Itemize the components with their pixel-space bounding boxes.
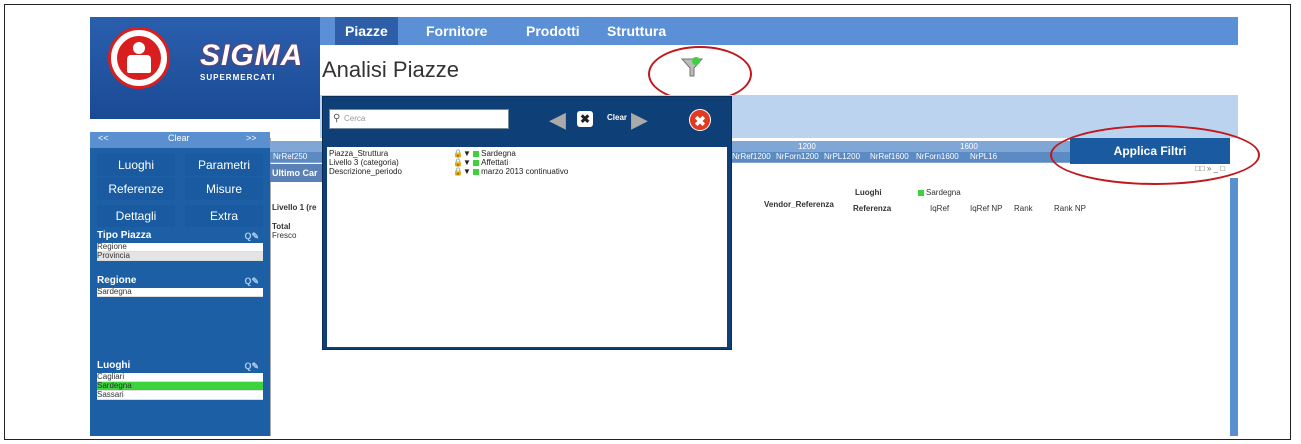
search-icon: ⚲ xyxy=(333,113,341,124)
dettagli-button[interactable]: Dettagli xyxy=(97,205,175,227)
left-panel: << Clear >> Luoghi Parametri Referenze M… xyxy=(90,132,270,436)
tab-piazze[interactable]: Piazze xyxy=(335,17,398,45)
highlight-ellipse-filter xyxy=(648,46,752,102)
arrow-right-icon[interactable]: ▶ xyxy=(631,109,648,131)
filter-value[interactable]: 🔒▼ Sardegna xyxy=(453,149,516,158)
filter-field: Descrizione_periodo xyxy=(329,167,402,176)
filter-field: Piazza_Struttura xyxy=(329,149,389,158)
filter-popup: ⚲ Cerca ◀ ✖ Clear ▶ ✖ Piazza_Struttura 🔒… xyxy=(322,96,732,350)
tab-fornitore[interactable]: Fornitore xyxy=(416,17,497,45)
vendor-column-header[interactable]: Vendor_Referenza xyxy=(764,200,850,209)
level-column-header[interactable]: Livello 1 (re xyxy=(272,203,316,212)
luoghi-button[interactable]: Luoghi xyxy=(97,154,175,176)
column-header[interactable]: NrRef1600 xyxy=(870,152,909,161)
list-item[interactable]: Provincia xyxy=(97,252,263,261)
misure-button[interactable]: Misure xyxy=(185,178,263,200)
tab-struttura[interactable]: Struttura xyxy=(597,17,676,45)
table-band: Ultimo Car xyxy=(270,164,327,182)
column-header[interactable]: NrPL1200 xyxy=(824,152,860,161)
regione-listbox: Regione Q✎ Sardegna xyxy=(97,274,263,297)
metric-column-header[interactable]: IqRef xyxy=(930,204,949,213)
luoghi-label: Luoghi xyxy=(855,188,882,197)
column-header[interactable]: NrForn1200 xyxy=(776,152,819,161)
filter-value[interactable]: 🔒▼ Affettati xyxy=(453,158,508,167)
tipo-piazza-title: Tipo Piazza xyxy=(97,230,152,241)
parametri-button[interactable]: Parametri xyxy=(185,154,263,176)
logo-tagline: SUPERMERCATI xyxy=(200,73,276,82)
filter-value[interactable]: 🔒▼ marzo 2013 continuativo xyxy=(453,167,568,176)
left-panel-toolbar: << Clear >> xyxy=(90,132,270,148)
list-item[interactable]: Sardegna xyxy=(97,288,263,297)
extra-button[interactable]: Extra xyxy=(185,205,263,227)
table-row[interactable]: Total xyxy=(272,222,291,231)
filter-field: Livello 3 (categoria) xyxy=(329,158,399,167)
referenza-column-header[interactable]: Referenza xyxy=(853,204,891,213)
luoghi-title: Luoghi xyxy=(97,360,131,371)
metric-column-header[interactable]: IqRef NP xyxy=(970,204,1002,213)
logo: SIGMA SUPERMERCATI xyxy=(90,17,320,119)
clear-button[interactable]: Clear xyxy=(168,133,190,143)
clear-label[interactable]: Clear xyxy=(607,113,627,122)
filter-list: Piazza_Struttura 🔒▼ Sardegna Livello 3 (… xyxy=(327,147,727,347)
metric-column-header[interactable]: Rank xyxy=(1014,204,1033,213)
highlight-ellipse-applica xyxy=(1050,125,1260,185)
column-header[interactable]: NrRef1200 xyxy=(732,152,771,161)
luoghi-listbox: Luoghi Q✎ Cagliari Sardegna Sassari xyxy=(97,359,263,400)
column-group-label: 1600 xyxy=(960,142,978,151)
list-item[interactable]: Sassari xyxy=(97,391,263,400)
column-group-label: 1200 xyxy=(798,142,816,151)
scrollbar[interactable] xyxy=(1230,178,1238,436)
column-header[interactable]: NrRef250 xyxy=(273,152,307,161)
search-icon[interactable]: Q✎ xyxy=(244,229,259,243)
close-icon[interactable]: ✖ xyxy=(689,109,711,131)
arrow-left-icon[interactable]: ◀ xyxy=(549,109,566,131)
metric-column-header[interactable]: Rank NP xyxy=(1054,204,1086,213)
page-title: Analisi Piazze xyxy=(322,57,459,82)
clear-x-icon[interactable]: ✖ xyxy=(577,111,593,127)
logo-name: SIGMA xyxy=(200,39,304,72)
regione-title: Regione xyxy=(97,275,137,286)
next-button[interactable]: >> xyxy=(246,133,257,143)
luoghi-value: Sardegna xyxy=(918,188,961,197)
tipo-piazza-listbox: Tipo Piazza Q✎ Regione Provincia xyxy=(97,229,263,261)
column-header[interactable]: NrForn1600 xyxy=(916,152,959,161)
referenze-button[interactable]: Referenze xyxy=(97,178,175,200)
search-input[interactable]: ⚲ Cerca xyxy=(329,109,509,129)
search-icon[interactable]: Q✎ xyxy=(244,359,259,373)
logo-emblem-icon xyxy=(108,27,170,89)
search-icon[interactable]: Q✎ xyxy=(244,274,259,288)
column-header[interactable]: NrPL16 xyxy=(970,152,997,161)
tab-prodotti[interactable]: Prodotti xyxy=(516,17,590,45)
prev-button[interactable]: << xyxy=(98,133,109,143)
table-row[interactable]: Fresco xyxy=(272,231,296,240)
